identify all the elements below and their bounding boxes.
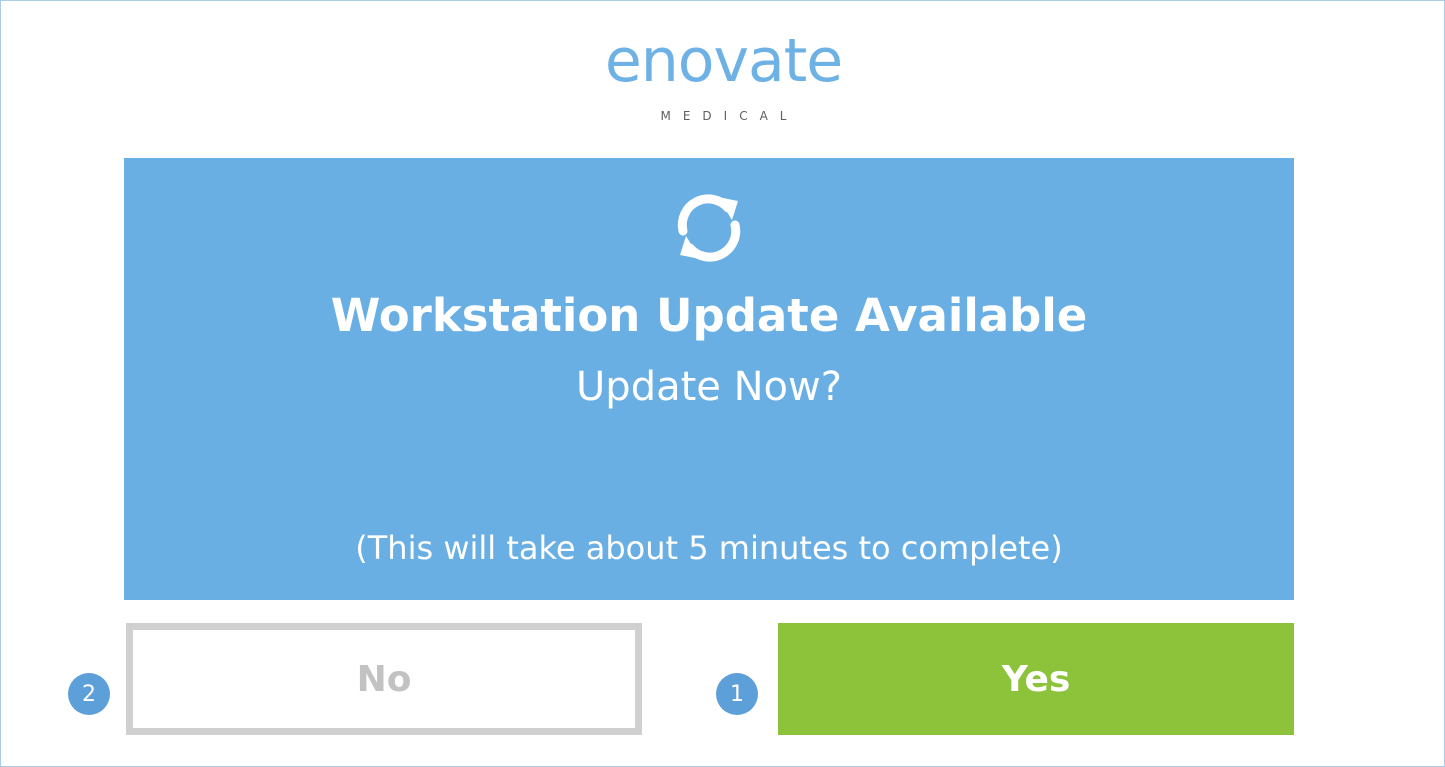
logo-wordmark: enovate [604,26,843,96]
step-badge-no: 2 [68,673,110,715]
enovate-logo: enovate MEDICAL [521,19,926,134]
sync-icon [677,194,741,262]
no-button-label: No [356,658,412,700]
yes-button-label: Yes [1001,658,1071,700]
step-badge-yes: 1 [716,673,758,715]
dialog-frame: enovate MEDICAL Workstation Update Avail… [0,0,1445,767]
yes-button[interactable]: Yes [778,623,1294,735]
dialog-question: Update Now? [576,364,842,410]
no-button[interactable]: No [126,623,642,735]
dialog-note: (This will take about 5 minutes to compl… [355,529,1063,567]
dialog-title: Workstation Update Available [330,289,1088,342]
logo-tagline: MEDICAL [660,109,799,123]
update-panel: Workstation Update Available Update Now?… [124,158,1294,600]
